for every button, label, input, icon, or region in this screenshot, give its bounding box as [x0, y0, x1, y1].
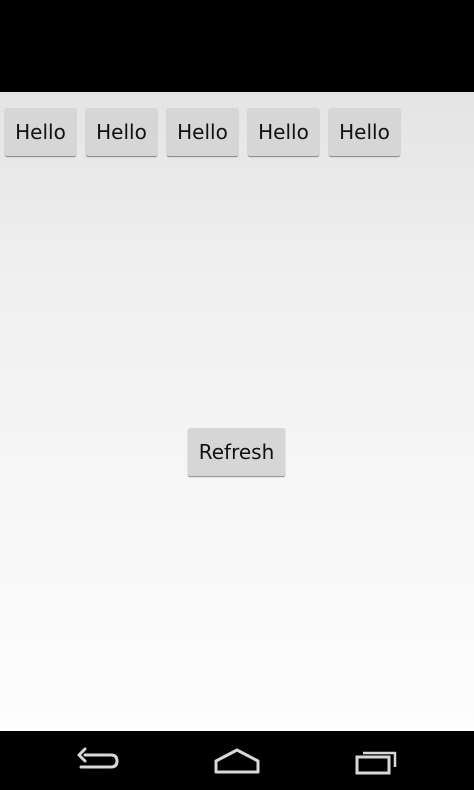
home-icon [214, 748, 260, 773]
refresh-button[interactable]: Refresh [188, 428, 285, 476]
recent-apps-button[interactable] [337, 731, 417, 790]
hello-button-5[interactable]: Hello [329, 108, 400, 156]
screen: Hello Hello Hello Hello Hello Refresh [0, 0, 474, 790]
home-button[interactable] [197, 731, 277, 790]
back-button[interactable] [58, 731, 138, 790]
hello-button-2[interactable]: Hello [86, 108, 157, 156]
hello-button-1[interactable]: Hello [5, 108, 76, 156]
back-icon [77, 747, 119, 768]
hello-button-3[interactable]: Hello [167, 108, 238, 156]
navigation-bar [0, 731, 474, 790]
status-bar [0, 0, 474, 92]
app-content: Hello Hello Hello Hello Hello Refresh [0, 92, 474, 731]
recent-apps-icon [355, 751, 397, 774]
hello-button-4[interactable]: Hello [248, 108, 319, 156]
